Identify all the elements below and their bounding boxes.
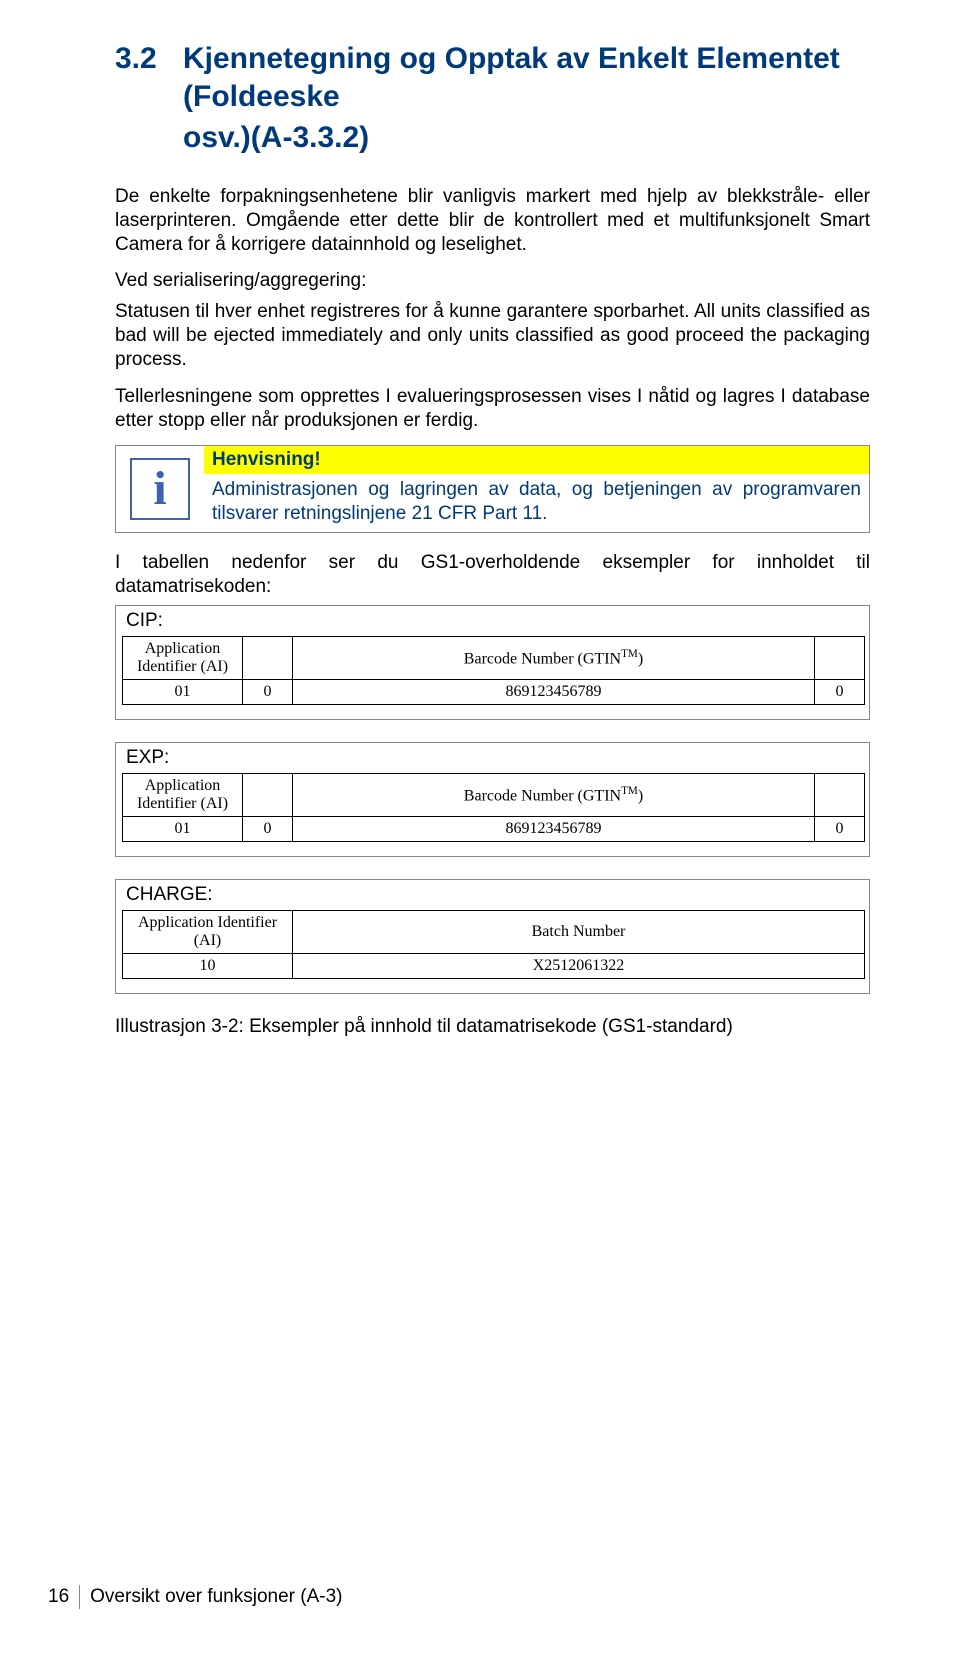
example-charge-label: CHARGE: [126,884,865,906]
cip-c3: 0 [815,680,865,705]
note-box: i Henvisning! Administrasjonen og lagrin… [115,445,870,533]
example-cip-label: CIP: [126,610,865,632]
heading-number: 3.2 [115,40,183,78]
charge-h1: Batch Number [293,911,865,954]
table-intro: I tabellen nedenfor ser du GS1-overholde… [115,551,870,600]
cip-c2: 869123456789 [293,680,815,705]
example-charge: CHARGE: Application Identifier (AI) Batc… [115,879,870,994]
charge-table: Application Identifier (AI) Batch Number… [122,910,865,979]
example-cip: CIP: Application Identifier (AI) Barcode… [115,605,870,720]
note-text: Administrasjonen og lagringen av data, o… [204,474,869,532]
paragraph-1: De enkelte forpakningsenhetene blir vanl… [115,185,870,258]
exp-c0: 01 [123,817,243,842]
page-number: 16 [48,1586,69,1608]
exp-c2: 869123456789 [293,817,815,842]
page-footer: 16 Oversikt over funksjoner (A-3) [48,1585,343,1609]
paragraph-3: Statusen til hver enhet registreres for … [115,300,870,373]
charge-c0: 10 [123,954,293,979]
table-header-row: Application Identifier (AI) Barcode Numb… [123,637,865,680]
table-row: 01 0 869123456789 0 [123,817,865,842]
exp-h0: Application Identifier (AI) [123,774,243,817]
heading-line1: Kjennetegning og Opptak av Enkelt Elemen… [183,40,870,115]
cip-h2: Barcode Number (GTINTM) [293,637,815,680]
example-exp: EXP: Application Identifier (AI) Barcode… [115,742,870,857]
exp-table: Application Identifier (AI) Barcode Numb… [122,773,865,842]
cip-table: Application Identifier (AI) Barcode Numb… [122,636,865,705]
cip-h0: Application Identifier (AI) [123,637,243,680]
info-icon: i [130,458,190,520]
exp-h3 [815,774,865,817]
paragraph-4: Tellerlesningene som opprettes I evaluer… [115,385,870,434]
exp-c1: 0 [243,817,293,842]
note-title: Henvisning! [204,446,869,474]
heading-line2: osv.)(A-3.3.2) [183,119,870,157]
figure-caption: Illustrasjon 3-2: Eksempler på innhold t… [115,1016,870,1038]
table-header-row: Application Identifier (AI) Barcode Numb… [123,774,865,817]
cip-c0: 01 [123,680,243,705]
table-header-row: Application Identifier (AI) Batch Number [123,911,865,954]
paragraph-2: Ved serialisering/aggregering: [115,269,870,293]
example-exp-label: EXP: [126,747,865,769]
table-row: 10 X2512061322 [123,954,865,979]
cip-c1: 0 [243,680,293,705]
table-row: 01 0 869123456789 0 [123,680,865,705]
exp-c3: 0 [815,817,865,842]
exp-h2: Barcode Number (GTINTM) [293,774,815,817]
cip-h3 [815,637,865,680]
charge-h0: Application Identifier (AI) [123,911,293,954]
footer-divider [79,1585,80,1609]
cip-h1 [243,637,293,680]
footer-section: Oversikt over funksjoner (A-3) [90,1586,342,1608]
charge-c1: X2512061322 [293,954,865,979]
section-heading: 3.2 Kjennetegning og Opptak av Enkelt El… [115,40,870,115]
exp-h1 [243,774,293,817]
